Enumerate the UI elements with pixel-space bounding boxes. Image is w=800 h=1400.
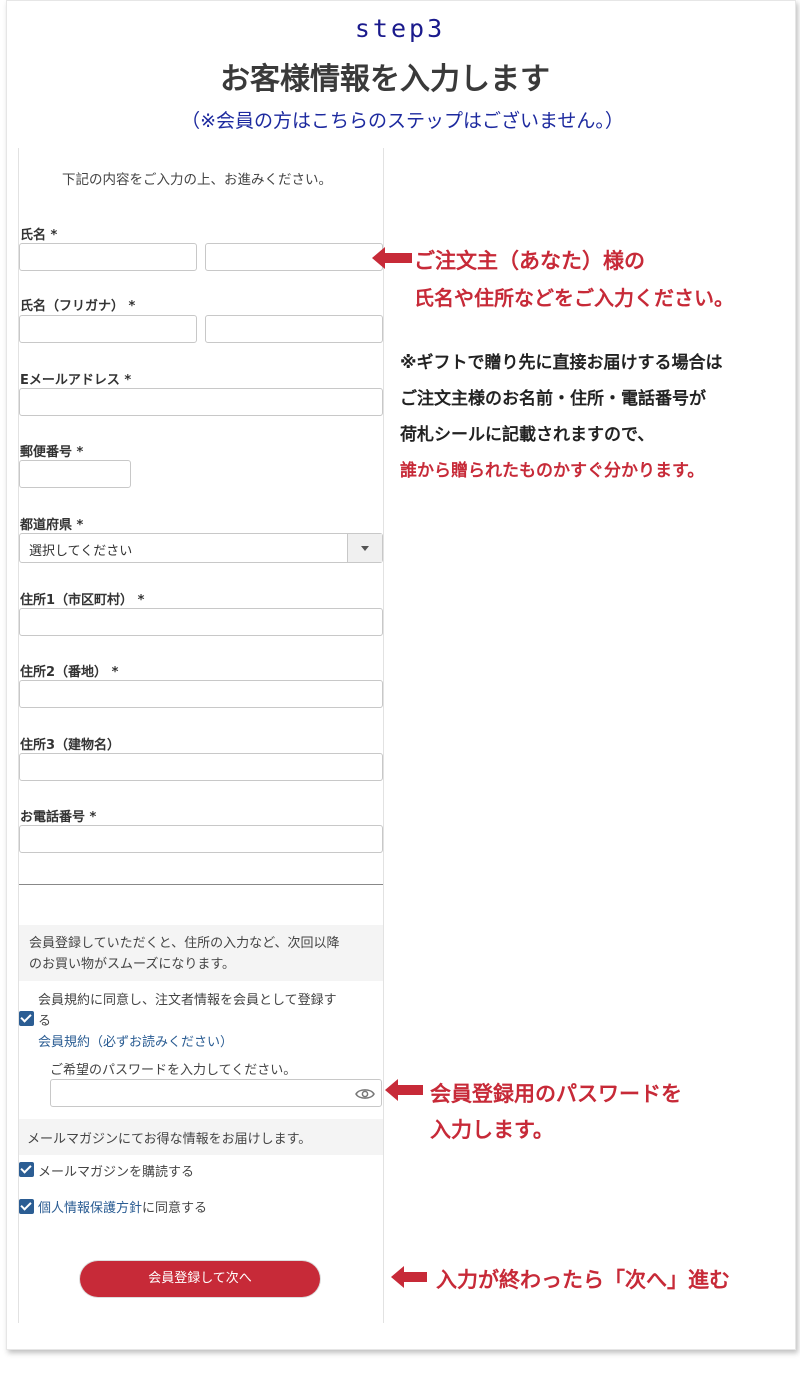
- zip-label: 郵便番号 *: [20, 445, 84, 460]
- address1-input[interactable]: [19, 608, 383, 636]
- last-name-kana-input[interactable]: [19, 315, 197, 343]
- annotation-gift-line4: 誰から贈られたものかすぐ分かります。: [400, 461, 705, 481]
- email-label: Eメールアドレス *: [20, 373, 132, 388]
- section-divider: [19, 884, 383, 885]
- password-label: ご希望のパスワードを入力してください。: [50, 1063, 297, 1078]
- annotation-gift-line2: ご注文主様のお名前・住所・電話番号が: [400, 389, 706, 409]
- arrow-left-icon: [391, 1266, 427, 1288]
- member-note: 会員登録していただくと、住所の入力など、次回以降 のお買い物がスムーズになります…: [19, 925, 383, 981]
- chevron-down-icon: [361, 546, 369, 551]
- form-intro: 下記の内容をご入力の上、お進みください。: [62, 172, 332, 188]
- member-terms-link[interactable]: 会員規約（必ずお読みください）: [38, 1031, 233, 1050]
- mailmag-note: メールマガジンにてお得な情報をお届けします。: [19, 1119, 383, 1155]
- name-label: 氏名 *: [20, 228, 58, 243]
- annotation-gift-line3: 荷札シールに記載されますので、: [400, 425, 655, 445]
- address2-label: 住所2（番地） *: [20, 665, 119, 680]
- address3-label: 住所3（建物名）: [20, 738, 121, 753]
- annotation-name-line1: ご注文主（あなた）様の: [414, 249, 645, 273]
- annotation-password-line1: 会員登録用のパスワードを: [430, 1082, 682, 1106]
- annotation-next: 入力が終わったら「次へ」進む: [436, 1268, 730, 1292]
- address3-input[interactable]: [19, 753, 383, 781]
- mailmag-subscribe-label: メールマガジンを購読する: [38, 1165, 195, 1180]
- last-name-input[interactable]: [19, 243, 197, 271]
- member-note-line1: 会員登録していただくと、住所の入力など、次回以降: [29, 936, 340, 951]
- prefecture-select[interactable]: 選択してください: [19, 533, 383, 563]
- annotation-name-line2: 氏名や住所などをご入力ください。: [414, 286, 734, 310]
- annotation-password-line2: 入力します。: [430, 1118, 554, 1142]
- password-input[interactable]: [50, 1079, 382, 1107]
- annotation-gift-line1: ※ギフトで贈り先に直接お届けする場合は: [400, 353, 723, 373]
- eye-icon[interactable]: [355, 1086, 375, 1105]
- first-name-input[interactable]: [205, 243, 383, 271]
- member-agree-text-line1: 会員規約に同意し、注文者情報を会員として登録す: [38, 993, 337, 1008]
- mailmag-checkbox[interactable]: [19, 1162, 34, 1177]
- member-agree-text-line2: る: [38, 1014, 52, 1029]
- privacy-policy-link[interactable]: 個人情報保護方針: [38, 1201, 142, 1216]
- privacy-agree-suffix: に同意する: [142, 1201, 208, 1216]
- register-next-button[interactable]: 会員登録して次へ: [80, 1261, 320, 1297]
- prefecture-select-value: 選択してください: [29, 544, 133, 559]
- member-note-line2: のお買い物がスムーズになります。: [29, 957, 236, 972]
- arrow-left-icon: [372, 247, 412, 269]
- mailmag-note-text: メールマガジンにてお得な情報をお届けします。: [27, 1132, 312, 1147]
- address2-input[interactable]: [19, 680, 383, 708]
- first-name-kana-input[interactable]: [205, 315, 383, 343]
- email-input[interactable]: [19, 388, 383, 416]
- page-title: お客様情報を入力します: [220, 62, 550, 97]
- member-agree-checkbox[interactable]: [19, 1011, 34, 1026]
- page-subtitle: （※会員の方はこちらのステップはございません。）: [181, 110, 624, 132]
- arrow-left-icon: [385, 1079, 423, 1101]
- kana-label: 氏名（フリガナ） *: [20, 299, 136, 314]
- address1-label: 住所1（市区町村） *: [20, 593, 145, 608]
- dropdown-button[interactable]: [347, 534, 382, 562]
- privacy-agree: 個人情報保護方針に同意する: [38, 1197, 207, 1216]
- privacy-checkbox[interactable]: [19, 1199, 34, 1214]
- phone-label: お電話番号 *: [20, 810, 97, 825]
- prefecture-label: 都道府県 *: [20, 518, 84, 533]
- phone-input[interactable]: [19, 825, 383, 853]
- step-indicator: step3: [354, 14, 446, 43]
- zip-input[interactable]: [19, 460, 131, 488]
